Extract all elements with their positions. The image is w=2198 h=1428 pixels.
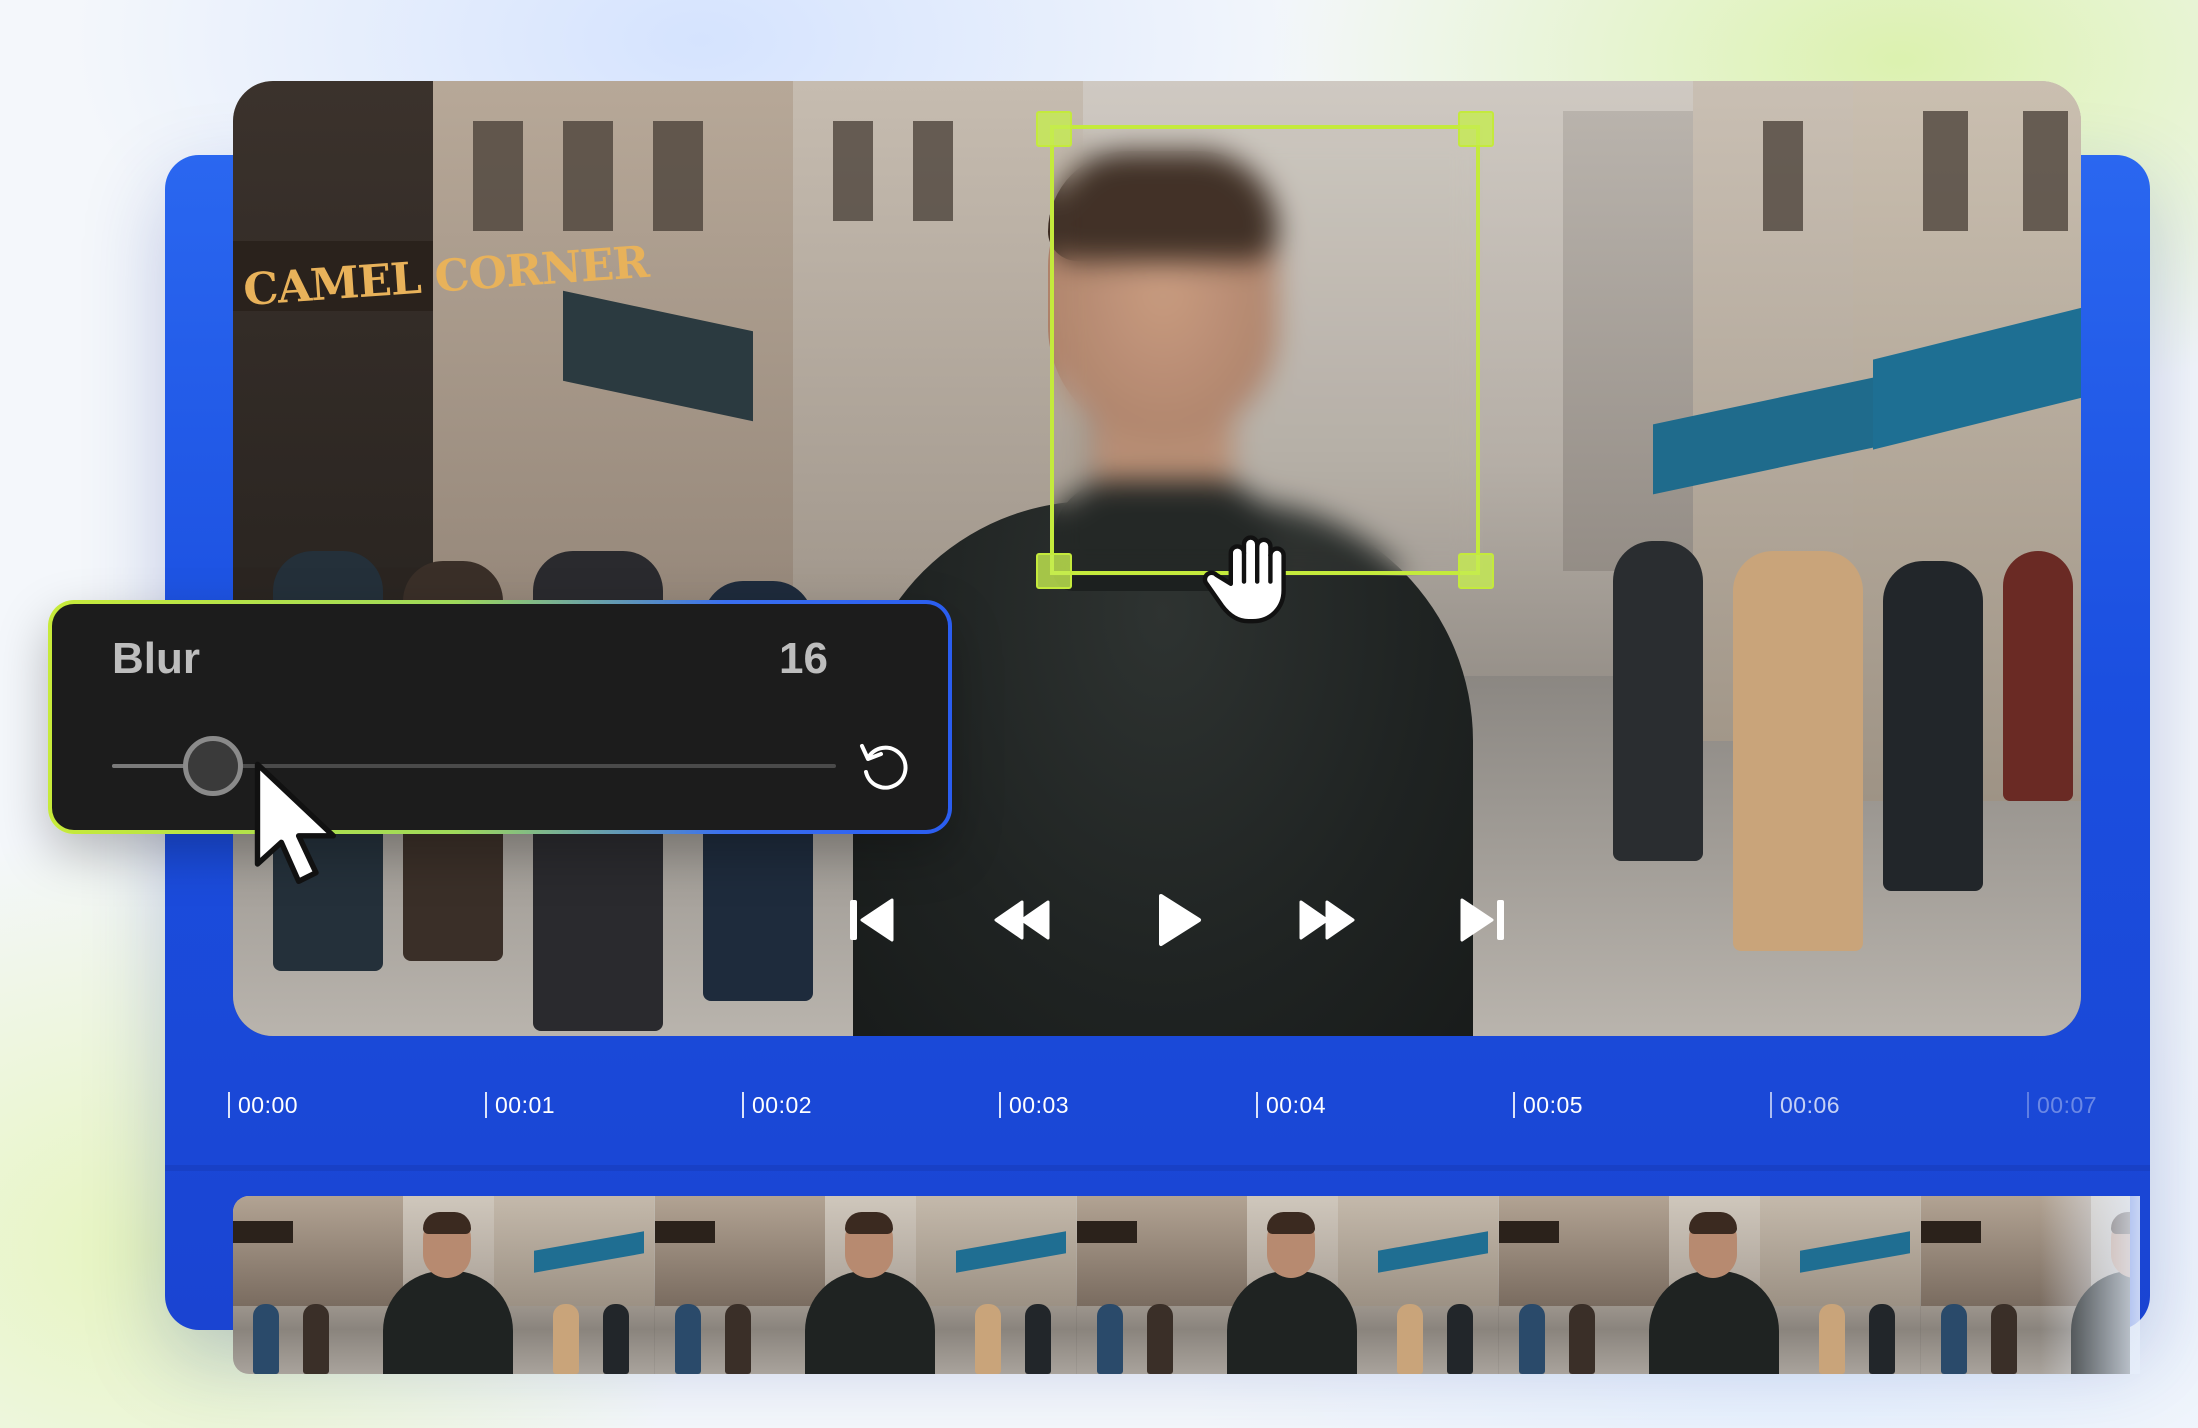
blur-label: Blur xyxy=(112,634,200,683)
filmstrip-sign xyxy=(1921,1221,1981,1243)
filmstrip-frame xyxy=(1499,1196,1921,1374)
blur-slider-thumb[interactable] xyxy=(183,736,244,796)
filmstrip-person xyxy=(805,1271,935,1374)
window xyxy=(1763,121,1803,231)
filmstrip-building xyxy=(1077,1196,1247,1306)
video-filmstrip[interactable] xyxy=(233,1196,2130,1374)
timestamp: 00:00 xyxy=(228,1092,298,1118)
timestamp: 00:03 xyxy=(999,1092,1069,1118)
filmstrip-hair xyxy=(1267,1212,1315,1234)
play-icon[interactable] xyxy=(1145,888,1209,952)
filmstrip-fade xyxy=(2040,1196,2140,1374)
filmstrip-pedestrian xyxy=(303,1304,329,1374)
fast-forward-icon[interactable] xyxy=(1295,888,1359,952)
filmstrip-person xyxy=(1649,1271,1779,1374)
window xyxy=(2023,111,2068,231)
window xyxy=(563,121,613,231)
filmstrip-frame xyxy=(655,1196,1077,1374)
resize-handle-bottom-right[interactable] xyxy=(1458,553,1494,589)
filmstrip-person xyxy=(383,1271,513,1374)
skip-forward-icon[interactable] xyxy=(1450,888,1514,952)
pedestrian xyxy=(1733,551,1863,951)
blur-slider-track[interactable] xyxy=(112,736,836,796)
filmstrip-pedestrian xyxy=(1991,1304,2017,1374)
filmstrip-pedestrian xyxy=(1569,1304,1595,1374)
blur-selection-box[interactable] xyxy=(1036,111,1494,589)
filmstrip-pedestrian xyxy=(1397,1304,1423,1374)
filmstrip-pedestrian xyxy=(1869,1304,1895,1374)
filmstrip-frame xyxy=(233,1196,655,1374)
window xyxy=(1923,111,1968,231)
filmstrip-sign xyxy=(233,1221,293,1243)
rewind-icon[interactable] xyxy=(990,888,1054,952)
filmstrip-pedestrian xyxy=(1097,1304,1123,1374)
filmstrip-building xyxy=(655,1196,825,1306)
resize-handle-top-left[interactable] xyxy=(1036,111,1072,147)
filmstrip-frame xyxy=(1077,1196,1499,1374)
filmstrip-building xyxy=(1499,1196,1669,1306)
window xyxy=(473,121,523,231)
timeline-ruler[interactable]: 00:00 00:01 00:02 00:03 00:04 00:05 00:0… xyxy=(228,1092,2128,1132)
resize-handle-top-right[interactable] xyxy=(1458,111,1494,147)
filmstrip-sign xyxy=(655,1221,715,1243)
window xyxy=(913,121,953,221)
timeline-divider xyxy=(165,1165,2150,1171)
filmstrip-pedestrian xyxy=(975,1304,1001,1374)
pedestrian xyxy=(1613,541,1703,861)
filmstrip-pedestrian xyxy=(603,1304,629,1374)
blur-value: 16 xyxy=(779,634,828,683)
filmstrip-pedestrian xyxy=(1147,1304,1173,1374)
reset-icon[interactable] xyxy=(852,734,916,798)
filmstrip-building xyxy=(233,1196,403,1306)
window xyxy=(833,121,873,221)
filmstrip-person xyxy=(1227,1271,1357,1374)
filmstrip-pedestrian xyxy=(1025,1304,1051,1374)
pedestrian xyxy=(2003,551,2073,801)
blur-control-panel: Blur 16 xyxy=(48,600,952,834)
playback-controls xyxy=(840,880,1520,960)
filmstrip-pedestrian xyxy=(253,1304,279,1374)
filmstrip-pedestrian xyxy=(1819,1304,1845,1374)
grab-hand-cursor-icon xyxy=(1200,520,1310,630)
filmstrip-pedestrian xyxy=(675,1304,701,1374)
pedestrian xyxy=(1883,561,1983,891)
skip-back-icon[interactable] xyxy=(840,888,904,952)
filmstrip-sign xyxy=(1077,1221,1137,1243)
filmstrip-pedestrian xyxy=(553,1304,579,1374)
timestamp: 00:04 xyxy=(1256,1092,1326,1118)
filmstrip-pedestrian xyxy=(1519,1304,1545,1374)
filmstrip-pedestrian xyxy=(1941,1304,1967,1374)
filmstrip-hair xyxy=(1689,1212,1737,1234)
filmstrip-sign xyxy=(1499,1221,1559,1243)
filmstrip-pedestrian xyxy=(1447,1304,1473,1374)
filmstrip-pedestrian xyxy=(725,1304,751,1374)
window xyxy=(653,121,703,231)
timestamp: 00:02 xyxy=(742,1092,812,1118)
filmstrip-hair xyxy=(845,1212,893,1234)
filmstrip-hair xyxy=(423,1212,471,1234)
timestamp: 00:06 xyxy=(1770,1092,1840,1118)
timestamp: 00:07 xyxy=(2027,1092,2097,1118)
arrow-pointer-cursor-icon xyxy=(248,760,358,890)
resize-handle-bottom-left[interactable] xyxy=(1036,553,1072,589)
timestamp: 00:01 xyxy=(485,1092,555,1118)
blur-panel-body: Blur 16 xyxy=(52,604,948,830)
timestamp: 00:05 xyxy=(1513,1092,1583,1118)
